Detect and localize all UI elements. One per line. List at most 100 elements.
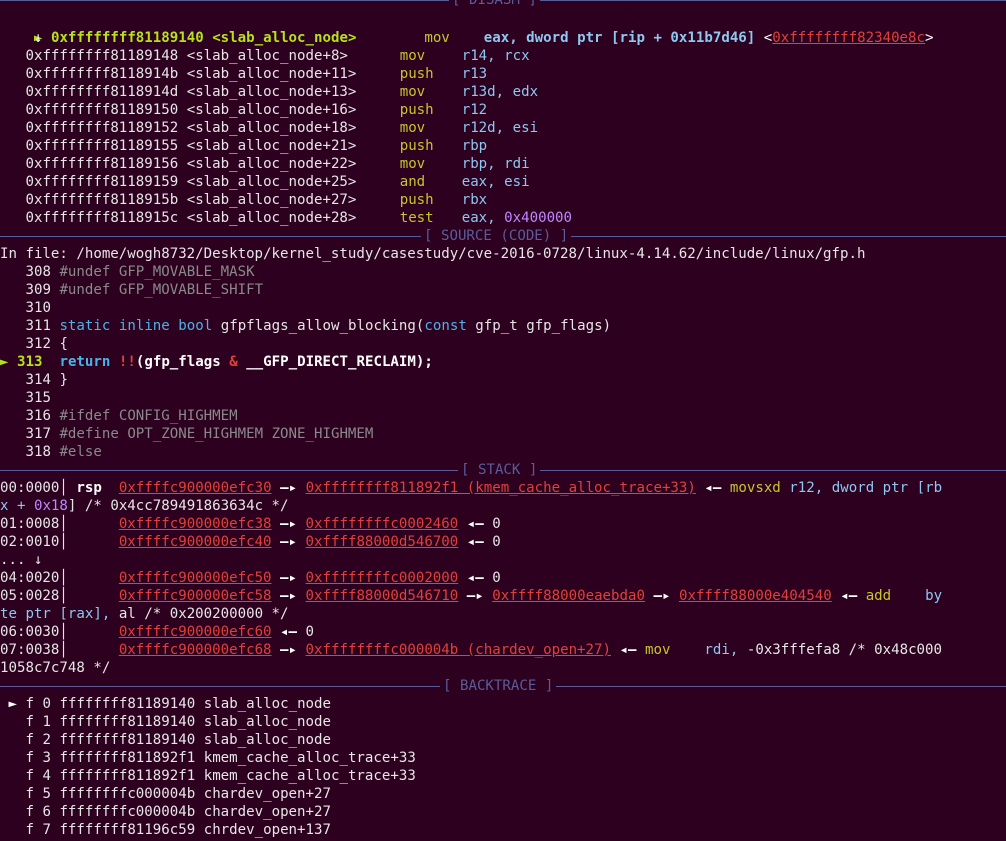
backtrace-frame[interactable]: f 2 ffffffff81189140 slab_alloc_node: [0, 731, 331, 749]
disasm-ops: r13d, edx: [461, 84, 539, 100]
disasm-row[interactable]: 0xffffffff81189159 <slab_alloc_node+25> a…: [0, 173, 530, 191]
stack-row-4[interactable]: 04:0020│ 0xffffc900000efc50 —▸ 0xfffffff…: [0, 569, 501, 587]
line-number: 314: [25, 372, 51, 388]
disasm-addr: 0xffffffff8118915b: [25, 192, 179, 208]
disasm-mnem: push: [399, 138, 434, 154]
disasm-mnem: and: [399, 174, 426, 190]
line-number: 316: [25, 408, 51, 424]
backtrace-frame[interactable]: f 4 ffffffff811892f1 kmem_cache_alloc_tr…: [0, 767, 415, 785]
backtrace-frame[interactable]: f 3 ffffffff811892f1 kmem_cache_alloc_tr…: [0, 749, 415, 767]
disasm-mnem: push: [399, 66, 434, 82]
disasm-sym: <slab_alloc_node+11>: [186, 66, 357, 82]
source-line[interactable]: 318 #else: [0, 443, 101, 461]
frame-addr: ffffffff81189140: [59, 714, 196, 730]
line-number: 312: [25, 336, 51, 352]
disasm-mnem: mov: [399, 156, 426, 172]
disasm-row[interactable]: 0xffffffff81189152 <slab_alloc_node+18> m…: [0, 119, 538, 137]
disasm-mnem: push: [399, 102, 434, 118]
disasm-row[interactable]: 0xffffffff81189156 <slab_alloc_node+22> m…: [0, 155, 529, 173]
disasm-sym: <slab_alloc_node+21>: [186, 138, 357, 154]
disasm-addr: 0xffffffff8118914b: [25, 66, 179, 82]
disasm-row[interactable]: 0xffffffff8118914d <slab_alloc_node+13> m…: [0, 83, 538, 101]
source-line[interactable]: 308 #undef GFP_MOVABLE_MASK: [0, 263, 255, 281]
backtrace-frame[interactable]: f 6 ffffffffc000004b chardev_open+27: [0, 803, 331, 821]
code-text: gfpflags_allow_blocking(: [212, 318, 425, 334]
disasm-addr: 0xffffffff8118915c: [25, 210, 179, 226]
disasm-sym: <slab_alloc_node+18>: [186, 120, 357, 136]
disasm-row[interactable]: 0xffffffff8118915c <slab_alloc_node+28> t…: [0, 209, 572, 227]
line-number: 315: [25, 390, 51, 406]
disasm-addr: 0xffffffff8118914d: [25, 84, 179, 100]
backtrace-frame[interactable]: f 7 ffffffff81196c59 chrdev_open+137: [0, 821, 331, 839]
stack-row-7-cont: 1058c7c748 */: [0, 660, 111, 676]
keyword: return: [59, 354, 111, 370]
current-line-marker-icon: ►: [0, 354, 9, 370]
backtrace-frame[interactable]: ► f 0 ffffffff81189140 slab_alloc_node: [0, 695, 332, 713]
disasm-target-link[interactable]: 0xffffffff82340e8c: [772, 30, 925, 46]
code-text: }: [59, 372, 68, 388]
stack-row-7[interactable]: 07:0038│ 0xffffc900000efc68 —▸ 0xfffffff…: [0, 641, 942, 659]
source-title: [ SOURCE (CODE) ]: [421, 227, 572, 245]
frame-index: f 1: [25, 714, 51, 730]
disasm-ops: eax, esi: [461, 174, 530, 190]
down-arrow-icon: ↓: [33, 30, 43, 46]
disasm-sym: <slab_alloc_node+8>: [186, 48, 348, 64]
disasm-header: [ DISASM ]: [0, 0, 1006, 9]
disasm-addr: 0xffffffff81189140: [50, 30, 204, 46]
source-file: In file: /home/wogh8732/Desktop/kernel_s…: [0, 246, 866, 262]
line-number: 318: [25, 444, 51, 460]
code-text: gfp_t gfp_flags): [466, 318, 612, 334]
disasm-ops: r14, rcx: [461, 48, 530, 64]
terminal[interactable]: [ DISASM ] ► 0xffffffff81189140 <slab_al…: [0, 0, 1006, 841]
disasm-ops: eax, 0x400000: [461, 210, 573, 226]
frame-sym: slab_alloc_node: [203, 714, 331, 730]
disasm-row[interactable]: 0xffffffff8118915b <slab_alloc_node+27> p…: [0, 191, 487, 209]
line-number: 311: [25, 318, 51, 334]
operator: &: [229, 354, 238, 370]
frame-addr: ffffffffc000004b: [59, 786, 196, 802]
source-header: [ SOURCE (CODE) ]: [0, 227, 1006, 245]
disasm-ops: r12d, esi: [461, 120, 539, 136]
disasm-mnem: mov: [399, 48, 426, 64]
disasm-mnem: push: [399, 192, 434, 208]
frame-addr: ffffffff81189140: [59, 696, 196, 712]
stack-title: [ STACK ]: [458, 461, 541, 479]
frame-sym: chardev_open+27: [203, 804, 331, 820]
disasm-addr: 0xffffffff81189156: [25, 156, 179, 172]
source-line[interactable]: 315: [0, 389, 59, 407]
source-line[interactable]: 311 static inline bool gfpflags_allow_bl…: [0, 317, 611, 335]
disasm-row[interactable]: 0xffffffff81189148 <slab_alloc_node+8> mo…: [0, 47, 530, 65]
source-line[interactable]: ► 313 return !!(gfp_flags & __GFP_DIRECT…: [0, 353, 433, 371]
stack-row-1[interactable]: 01:0008│ 0xffffc900000efc38 —▸ 0xfffffff…: [0, 515, 501, 533]
disasm-addr: 0xffffffff81189150: [25, 102, 179, 118]
disasm-row[interactable]: 0xffffffff8118914b <slab_alloc_node+11> p…: [0, 65, 487, 83]
stack-row-0[interactable]: 00:0000│ rsp 0xffffc900000efc30 —▸ 0xfff…: [0, 479, 942, 497]
code-text: {: [59, 336, 68, 352]
disasm-addr: 0xffffffff81189155: [25, 138, 179, 154]
disasm-row[interactable]: 0xffffffff81189155 <slab_alloc_node+21> p…: [0, 137, 487, 155]
disasm-ops: r13: [461, 66, 488, 82]
stack-row-5[interactable]: 05:0028│ 0xffffc900000efc58 —▸ 0xffff880…: [0, 587, 942, 605]
source-line[interactable]: 316 #ifdef CONFIG_HIGHMEM: [0, 407, 237, 425]
source-line[interactable]: 309 #undef GFP_MOVABLE_SHIFT: [0, 281, 263, 299]
line-number: 313: [17, 354, 43, 370]
backtrace-frame[interactable]: f 5 ffffffffc000004b chardev_open+27: [0, 785, 331, 803]
disasm-row[interactable]: 0xffffffff81189150 <slab_alloc_node+16> p…: [0, 101, 487, 119]
disasm-mnem: mov: [424, 30, 450, 46]
disasm-addr: 0xffffffff81189148: [25, 48, 179, 64]
frame-index: f 5: [25, 786, 51, 802]
frame-sym: slab_alloc_node: [203, 696, 332, 712]
source-line[interactable]: 314 }: [0, 371, 68, 389]
source-line[interactable]: 317 #define OPT_ZONE_HIGHMEM ZONE_HIGHME…: [0, 425, 373, 443]
stack-row-6[interactable]: 06:0030│ 0xffffc900000efc60 ◂— 0: [0, 623, 314, 641]
disasm-sym: <slab_alloc_node+22>: [186, 156, 357, 172]
source-line[interactable]: 310: [0, 299, 59, 317]
backtrace-frame[interactable]: f 1 ffffffff81189140 slab_alloc_node: [0, 713, 331, 731]
backtrace-title: [ BACKTRACE ]: [440, 677, 557, 695]
source-line[interactable]: 312 {: [0, 335, 68, 353]
frame-sym: chrdev_open+137: [203, 822, 331, 838]
stack-row-2[interactable]: 02:0010│ 0xffffc900000efc40 —▸ 0xffff880…: [0, 533, 501, 551]
code-text: #undef GFP_MOVABLE_MASK: [59, 264, 255, 280]
disasm-current-row[interactable]: ► 0xffffffff81189140 <slab_alloc_node> m…: [0, 11, 934, 46]
code-text: #define OPT_ZONE_HIGHMEM ZONE_HIGHMEM: [59, 426, 374, 442]
